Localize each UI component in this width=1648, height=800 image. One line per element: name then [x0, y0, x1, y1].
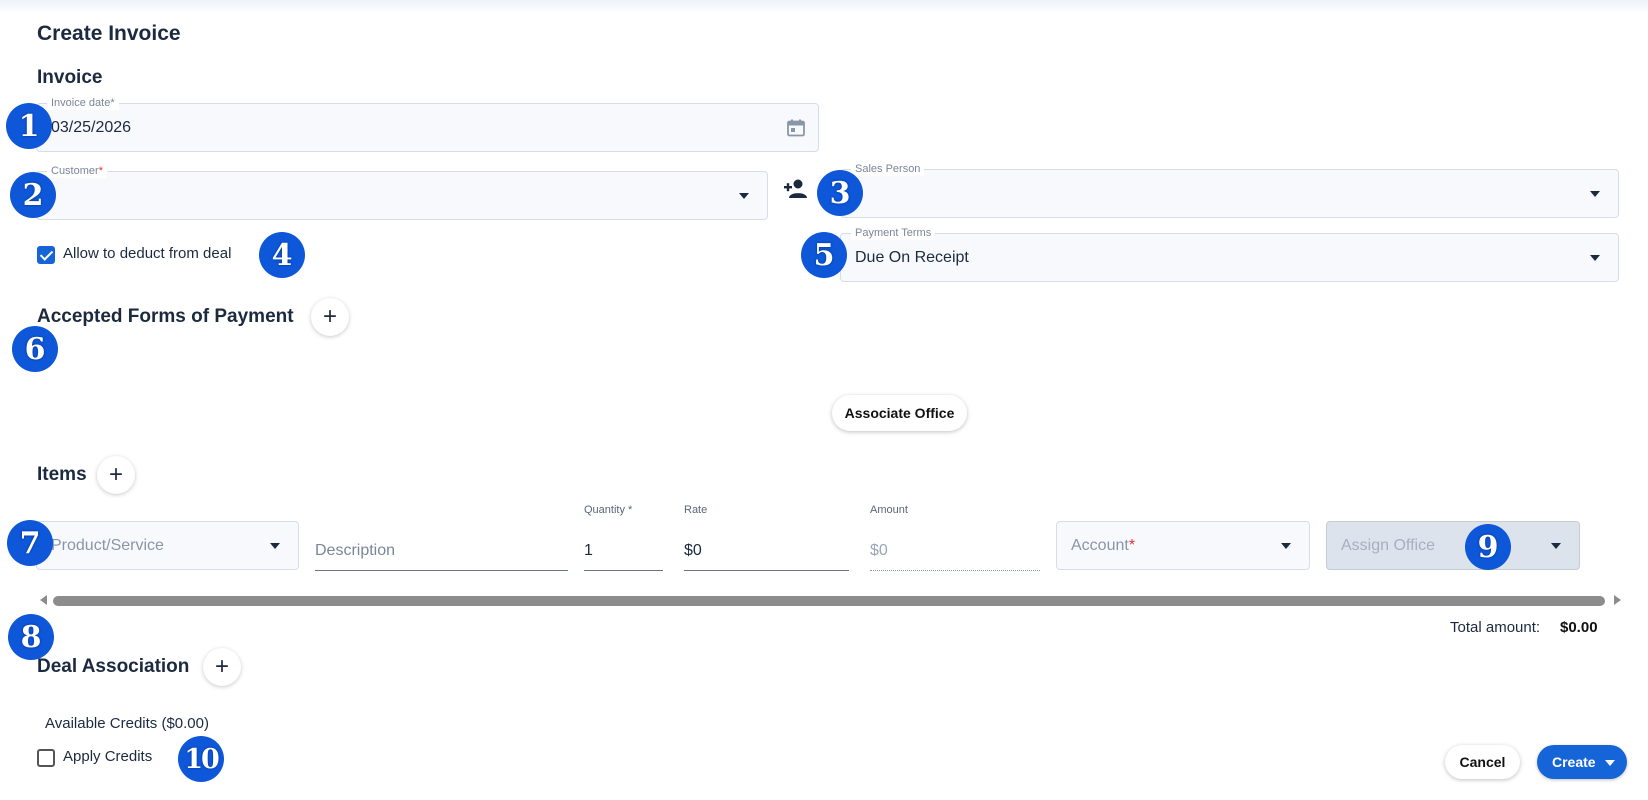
sales-person-label: Sales Person	[851, 162, 925, 176]
add-deal-association-button[interactable]: +	[203, 648, 241, 686]
cancel-button[interactable]: Cancel	[1445, 745, 1520, 779]
callout-badge-6: 6	[12, 326, 58, 372]
add-item-button[interactable]: +	[97, 456, 135, 494]
page-title: Create Invoice	[37, 22, 181, 45]
invoice-section-title: Invoice	[37, 67, 103, 88]
account-select[interactable]: Account *	[1056, 521, 1310, 570]
plus-icon: +	[322, 303, 337, 330]
description-placeholder: Description	[315, 542, 396, 559]
account-placeholder: Account *	[1071, 536, 1136, 554]
description-input[interactable]: Description	[315, 530, 568, 571]
invoice-date-field[interactable]: Invoice date* 03/25/2026	[36, 96, 819, 152]
callout-badge-10: 10	[178, 736, 224, 782]
create-button[interactable]: Create	[1537, 745, 1627, 779]
sales-person-select[interactable]: Sales Person	[840, 162, 1619, 218]
callout-badge-9: 9	[1465, 524, 1511, 570]
callout-badge-7: 7	[7, 520, 53, 566]
callout-badge-3: 3	[817, 170, 863, 216]
chevron-down-icon	[270, 542, 280, 549]
chevron-down-icon	[1551, 542, 1561, 549]
callout-badge-5: 5	[801, 232, 847, 278]
assign-office-select[interactable]: Assign Office	[1326, 521, 1580, 570]
quantity-input[interactable]: Quantity * 1	[584, 504, 663, 571]
rate-value: $0	[684, 542, 702, 559]
person-add-icon[interactable]	[783, 177, 809, 206]
amount-value: $0	[870, 542, 888, 559]
rate-input[interactable]: Rate $0	[684, 504, 849, 571]
callout-badge-2: 2	[10, 172, 56, 218]
deal-association-title: Deal Association	[37, 656, 190, 677]
callout-badge-4: 4	[259, 232, 305, 278]
payment-terms-select[interactable]: Payment Terms Due On Receipt	[840, 226, 1619, 282]
chevron-down-icon	[1281, 542, 1291, 549]
calendar-icon[interactable]	[786, 118, 806, 143]
callout-badge-8: 8	[8, 614, 54, 660]
allow-deduct-checkbox[interactable]	[37, 246, 55, 264]
amount-field: Amount $0	[870, 504, 1040, 571]
scroll-right-arrow[interactable]	[1614, 595, 1621, 605]
callout-badge-1: 1	[6, 103, 52, 149]
items-title: Items	[37, 464, 87, 485]
customer-label: Customer*	[47, 164, 107, 178]
assign-office-placeholder: Assign Office	[1341, 536, 1435, 554]
accepted-forms-title: Accepted Forms of Payment	[37, 306, 294, 327]
scroll-left-arrow[interactable]	[40, 595, 47, 605]
total-amount-label: Total amount:	[1450, 619, 1541, 636]
chevron-down-icon[interactable]	[1605, 760, 1615, 766]
chevron-down-icon	[1590, 254, 1600, 261]
chevron-down-icon	[739, 192, 749, 199]
customer-select[interactable]: Customer*	[36, 164, 768, 220]
allow-deduct-label: Allow to deduct from deal	[63, 245, 232, 262]
plus-icon: +	[214, 653, 229, 680]
payment-terms-value: Due On Receipt	[855, 248, 969, 266]
quantity-label: Quantity *	[584, 504, 633, 516]
add-payment-form-button[interactable]: +	[311, 298, 349, 336]
associate-office-button[interactable]: Associate Office	[832, 395, 967, 431]
top-shadow	[0, 0, 1648, 14]
product-service-select[interactable]: Product/Service	[36, 521, 299, 570]
apply-credits-label: Apply Credits	[63, 748, 153, 765]
create-label: Create	[1552, 754, 1596, 770]
quantity-value: 1	[584, 542, 593, 559]
apply-credits-checkbox[interactable]	[37, 749, 55, 767]
rate-label: Rate	[684, 504, 708, 516]
total-amount-value: $0.00	[1560, 619, 1598, 636]
horizontal-scrollbar[interactable]	[53, 596, 1605, 606]
chevron-down-icon	[1590, 190, 1600, 197]
invoice-date-value: 03/25/2026	[51, 118, 132, 136]
product-service-placeholder: Product/Service	[51, 536, 164, 554]
available-credits-text: Available Credits ($0.00)	[45, 715, 209, 732]
amount-label: Amount	[870, 504, 908, 516]
plus-icon: +	[108, 461, 123, 488]
